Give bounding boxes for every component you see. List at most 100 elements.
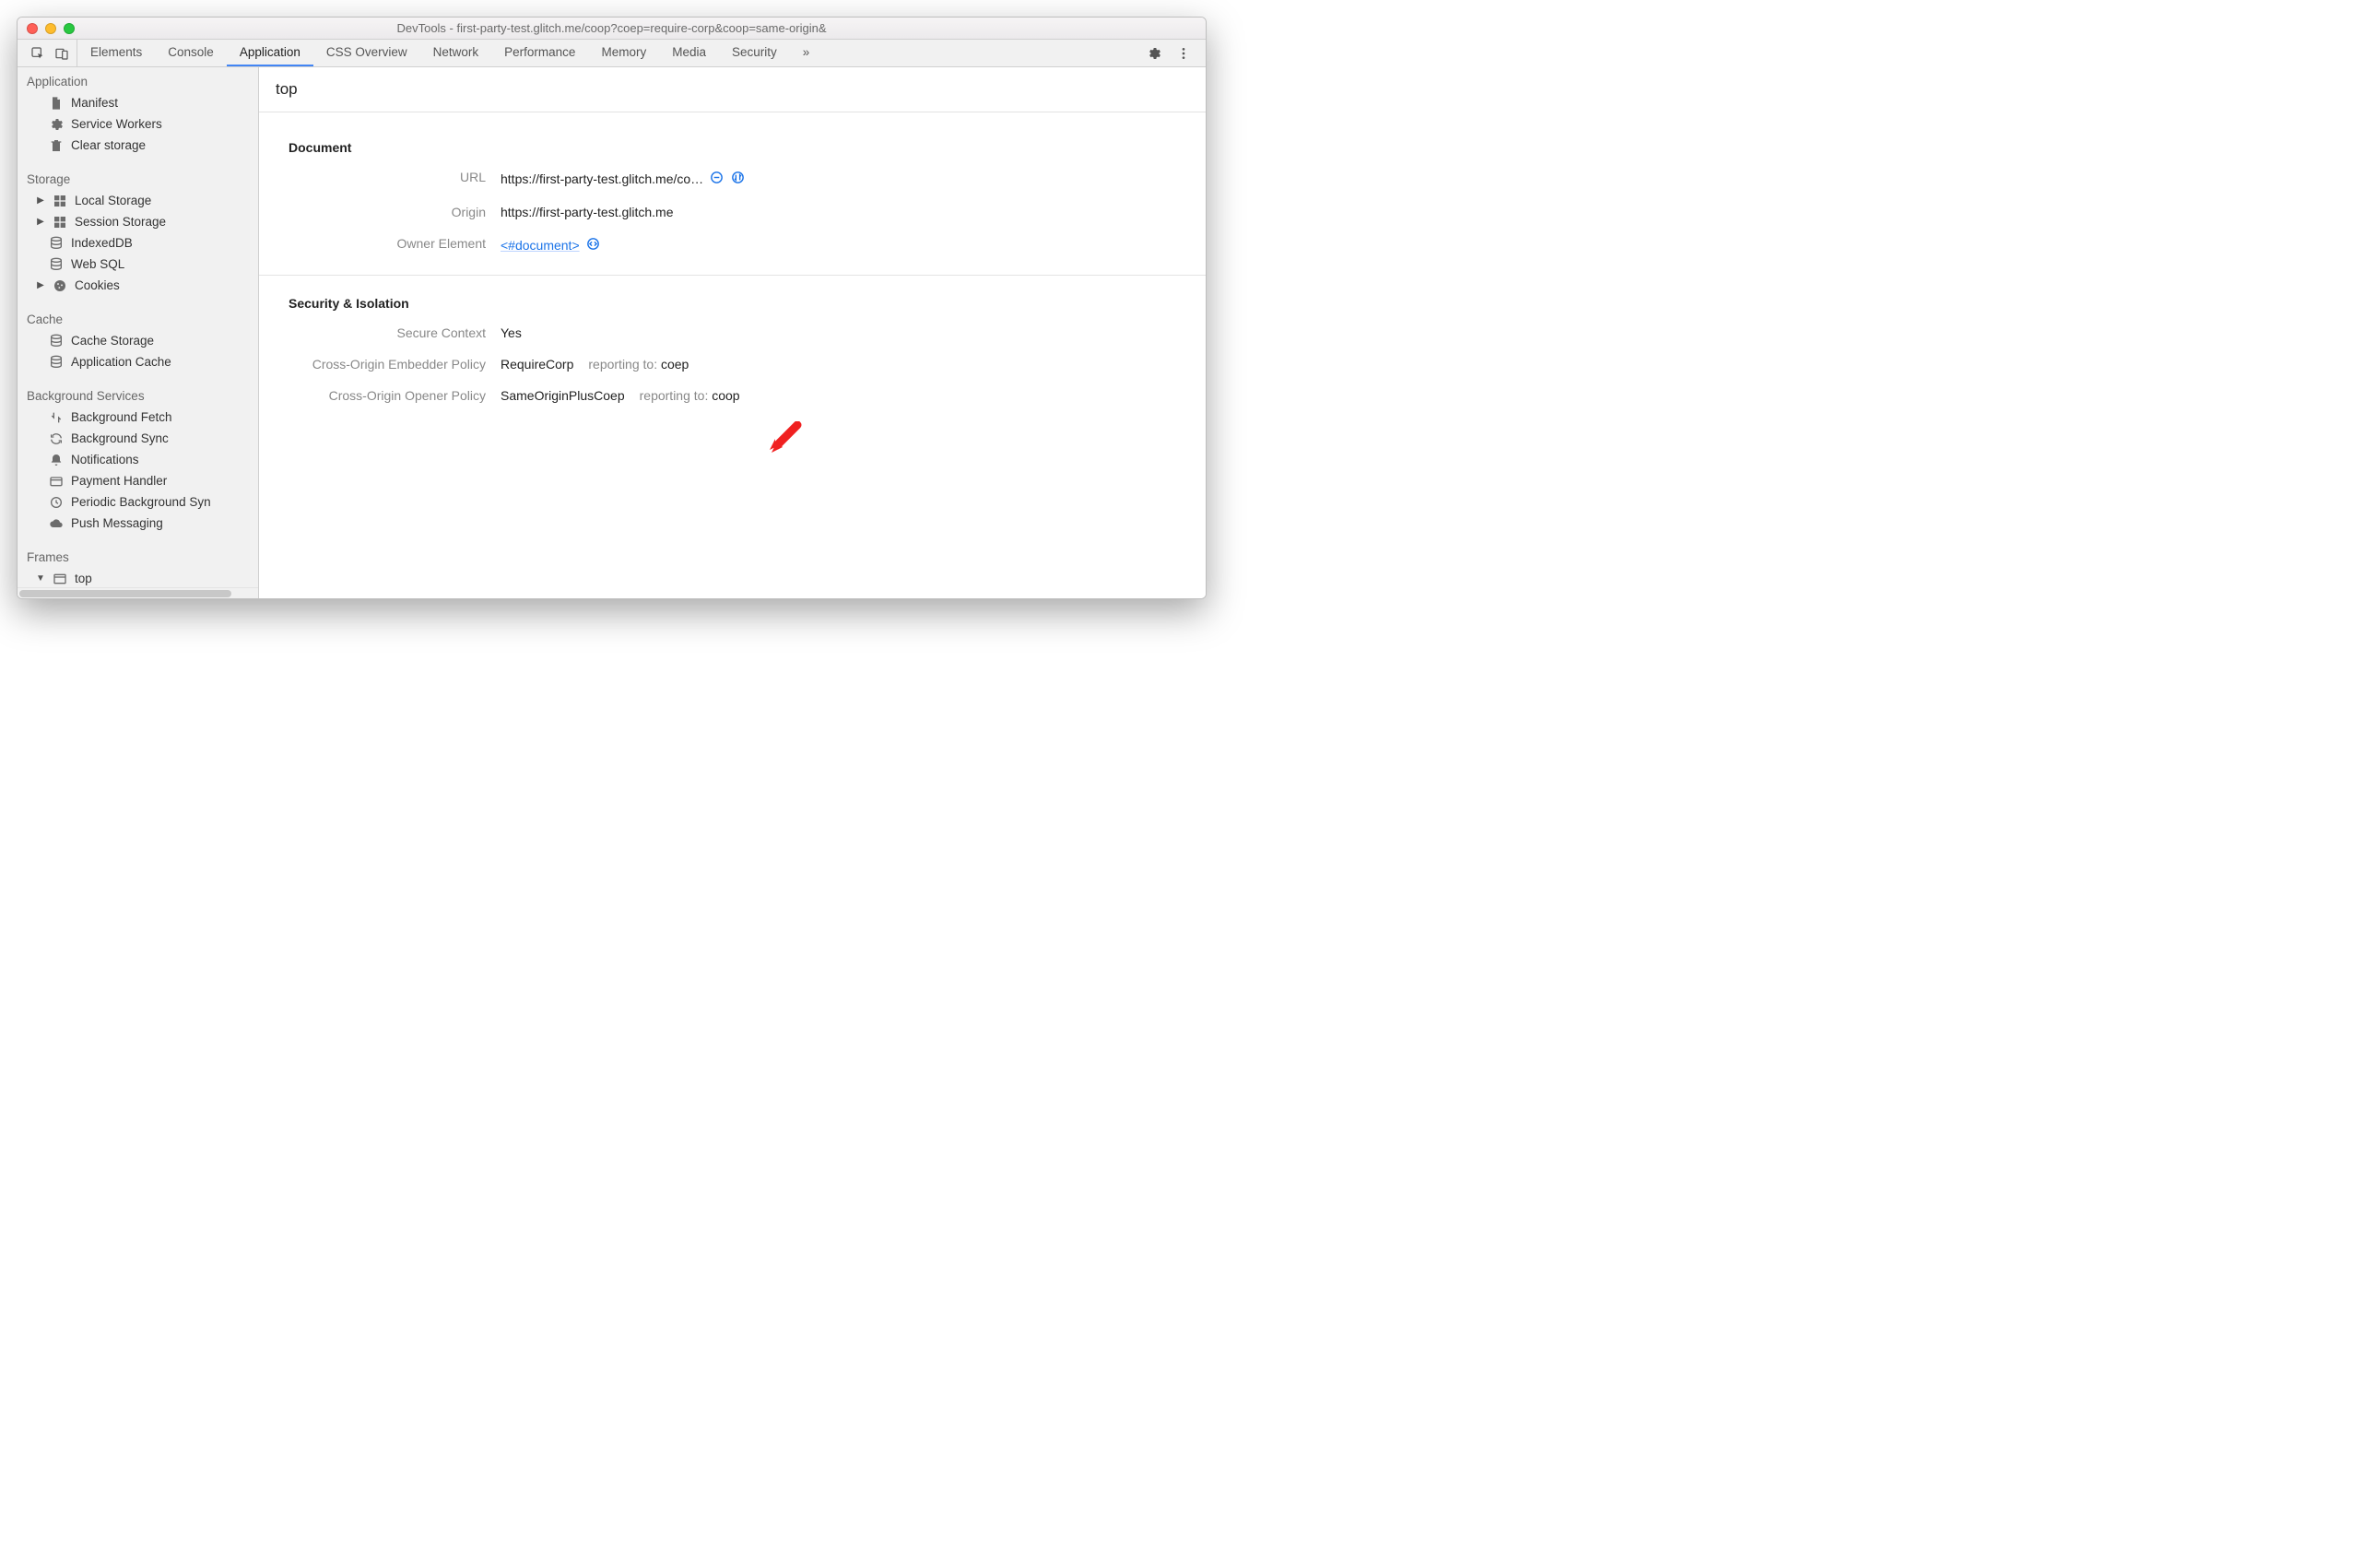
- chevron-right-icon: ▶: [36, 217, 45, 227]
- cloud-icon: [49, 516, 64, 531]
- tab-performance[interactable]: Performance: [491, 40, 588, 66]
- device-toolbar-icon[interactable]: [54, 46, 69, 61]
- frame-heading: top: [259, 67, 1206, 112]
- grid-icon: [53, 215, 67, 230]
- sidebar-item-clear-storage[interactable]: Clear storage: [18, 135, 258, 156]
- tab-media[interactable]: Media: [659, 40, 719, 66]
- coop-label: Cross-Origin Opener Policy: [289, 388, 501, 403]
- sidebar-label: Push Messaging: [71, 516, 163, 530]
- sidebar-section-application: Application: [18, 67, 258, 92]
- sync-icon: [49, 431, 64, 446]
- url-value: https://first-party-test.glitch.me/co…: [501, 171, 703, 186]
- document-icon: [49, 96, 64, 111]
- sidebar-item-websql[interactable]: Web SQL: [18, 254, 258, 275]
- sidebar-item-background-sync[interactable]: Background Sync: [18, 428, 258, 449]
- sidebar-label: Service Workers: [71, 117, 162, 131]
- content-row: Application Manifest Service Workers Cle…: [18, 67, 1206, 598]
- tab-label: Memory: [601, 45, 646, 59]
- application-sidebar[interactable]: Application Manifest Service Workers Cle…: [18, 67, 259, 598]
- sidebar-item-frame-top[interactable]: ▼ top: [18, 568, 258, 589]
- origin-value: https://first-party-test.glitch.me: [501, 205, 1176, 219]
- tab-label: Media: [672, 45, 706, 59]
- select-element-icon[interactable]: [30, 46, 45, 61]
- sidebar-item-service-workers[interactable]: Service Workers: [18, 113, 258, 135]
- document-properties: URL https://first-party-test.glitch.me/c…: [289, 170, 1176, 254]
- clock-icon: [49, 495, 64, 510]
- coep-reporting-label: reporting to:: [588, 357, 657, 372]
- cookie-icon: [53, 278, 67, 293]
- owner-link[interactable]: <#document>: [501, 238, 580, 253]
- section-divider: [259, 275, 1206, 276]
- origin-label: Origin: [289, 205, 501, 219]
- tab-security[interactable]: Security: [719, 40, 790, 66]
- url-value-row: https://first-party-test.glitch.me/co…: [501, 170, 1176, 188]
- sidebar-label: Local Storage: [75, 194, 151, 207]
- tab-overflow[interactable]: »: [790, 40, 823, 66]
- sidebar-horizontal-scrollbar[interactable]: [18, 587, 258, 598]
- sidebar-item-cache-storage[interactable]: Cache Storage: [18, 330, 258, 351]
- reveal-elements-icon[interactable]: [585, 236, 601, 254]
- sidebar-item-indexeddb[interactable]: IndexedDB: [18, 232, 258, 254]
- trash-icon: [49, 138, 64, 153]
- coop-reporting-value: coop: [712, 388, 739, 403]
- coep-value: RequireCorp: [501, 357, 573, 372]
- sidebar-label: Background Fetch: [71, 410, 172, 424]
- settings-icon[interactable]: [1147, 46, 1161, 61]
- sidebar-item-application-cache[interactable]: Application Cache: [18, 351, 258, 372]
- kebab-menu-icon[interactable]: [1176, 46, 1191, 61]
- sidebar-section-storage: Storage: [18, 165, 258, 190]
- sidebar-item-session-storage[interactable]: ▶ Session Storage: [18, 211, 258, 232]
- sidebar-item-cookies[interactable]: ▶ Cookies: [18, 275, 258, 296]
- tab-application[interactable]: Application: [227, 40, 313, 66]
- sidebar-section-cache: Cache: [18, 305, 258, 330]
- database-icon: [49, 257, 64, 272]
- tab-memory[interactable]: Memory: [588, 40, 659, 66]
- window-titlebar: DevTools - first-party-test.glitch.me/co…: [18, 18, 1206, 40]
- sidebar-item-notifications[interactable]: Notifications: [18, 449, 258, 470]
- sidebar-item-manifest[interactable]: Manifest: [18, 92, 258, 113]
- bell-icon: [49, 453, 64, 467]
- traffic-lights: [27, 23, 75, 34]
- tab-label: Console: [168, 45, 214, 59]
- tab-label: Network: [433, 45, 479, 59]
- tab-elements[interactable]: Elements: [77, 40, 155, 66]
- tab-network[interactable]: Network: [420, 40, 492, 66]
- zoom-window-button[interactable]: [64, 23, 75, 34]
- coop-reporting: reporting to: coop: [640, 388, 740, 403]
- database-icon: [49, 355, 64, 370]
- owner-value-row: <#document>: [501, 236, 1176, 254]
- tab-label: Elements: [90, 45, 142, 59]
- close-window-button[interactable]: [27, 23, 38, 34]
- sidebar-item-periodic-sync[interactable]: Periodic Background Syn: [18, 491, 258, 513]
- tab-css-overview[interactable]: CSS Overview: [313, 40, 420, 66]
- tab-label: Security: [732, 45, 777, 59]
- minimize-window-button[interactable]: [45, 23, 56, 34]
- sidebar-label: Cache Storage: [71, 334, 154, 348]
- reveal-network-icon[interactable]: [730, 170, 746, 188]
- tabstrip-left-controls: [23, 40, 77, 66]
- coep-label: Cross-Origin Embedder Policy: [289, 357, 501, 372]
- scrollbar-thumb[interactable]: [19, 590, 231, 597]
- tabstrip-right-controls: [1137, 40, 1200, 66]
- sidebar-item-background-fetch[interactable]: Background Fetch: [18, 407, 258, 428]
- chevron-right-icon: ▶: [36, 280, 45, 290]
- sidebar-label: top: [75, 572, 92, 585]
- database-icon: [49, 236, 64, 251]
- sidebar-label: Session Storage: [75, 215, 166, 229]
- sidebar-label: Payment Handler: [71, 474, 167, 488]
- sidebar-label: IndexedDB: [71, 236, 133, 250]
- sidebar-item-payment-handler[interactable]: Payment Handler: [18, 470, 258, 491]
- section-title-document: Document: [289, 140, 1176, 155]
- grid-icon: [53, 194, 67, 208]
- coop-value-row: SameOriginPlusCoep reporting to: coop: [501, 388, 1176, 403]
- database-icon: [49, 334, 64, 348]
- sidebar-label: Notifications: [71, 453, 139, 466]
- chevron-right-icon: ▶: [36, 195, 45, 206]
- reveal-sources-icon[interactable]: [709, 170, 725, 188]
- window-icon: [53, 572, 67, 586]
- sidebar-label: Periodic Background Syn: [71, 495, 211, 509]
- window-title: DevTools - first-party-test.glitch.me/co…: [18, 21, 1206, 35]
- sidebar-item-local-storage[interactable]: ▶ Local Storage: [18, 190, 258, 211]
- tab-console[interactable]: Console: [155, 40, 227, 66]
- sidebar-item-push-messaging[interactable]: Push Messaging: [18, 513, 258, 534]
